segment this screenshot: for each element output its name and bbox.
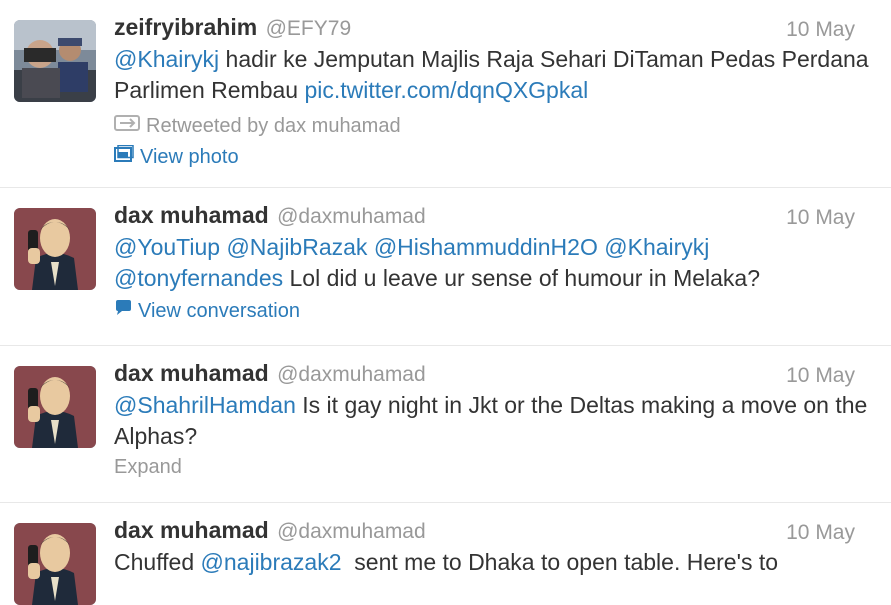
- retweet-icon: [114, 114, 140, 138]
- author-handle[interactable]: @daxmuhamad: [277, 205, 426, 228]
- avatar[interactable]: [14, 208, 96, 290]
- retweeted-by-label[interactable]: Retweeted by dax muhamad: [146, 115, 401, 138]
- avatar[interactable]: [14, 366, 96, 448]
- avatar[interactable]: [14, 523, 96, 605]
- author-handle[interactable]: @EFY79: [266, 17, 352, 40]
- view-photo-label[interactable]: View photo: [140, 146, 239, 169]
- tweet-time[interactable]: 10 May: [786, 206, 855, 230]
- author-handle[interactable]: @daxmuhamad: [277, 363, 426, 386]
- tweet-item[interactable]: dax muhamad @daxmuhamad 10 May @ShahrilH…: [0, 346, 891, 503]
- tweet-header: dax muhamad @daxmuhamad 10 May: [114, 360, 871, 398]
- tweet-header: dax muhamad @daxmuhamad 10 May: [114, 202, 871, 240]
- tweet-body: Lol did u leave ur sense of humour in Me…: [283, 265, 761, 291]
- tweet-item[interactable]: zeifryibrahim @EFY79 10 May @Khairykj ha…: [0, 0, 891, 188]
- tweet-timeline: zeifryibrahim @EFY79 10 May @Khairykj ha…: [0, 0, 891, 605]
- tweet-header: zeifryibrahim @EFY79 10 May: [114, 14, 871, 52]
- author-name[interactable]: zeifryibrahim: [114, 14, 257, 40]
- expand-button[interactable]: Expand: [114, 456, 871, 479]
- avatar[interactable]: [14, 20, 96, 102]
- tweet-text: @YouTiup @NajibRazak @HishammuddinH2O @K…: [114, 232, 871, 294]
- view-conversation-label[interactable]: View conversation: [138, 300, 300, 323]
- view-conversation-button[interactable]: View conversation: [114, 296, 871, 326]
- photo-icon: [114, 144, 134, 169]
- tweet-text: @Khairykj hadir ke Jemputan Majlis Raja …: [114, 44, 871, 106]
- author-handle[interactable]: @daxmuhamad: [277, 520, 426, 543]
- author-name[interactable]: dax muhamad: [114, 360, 269, 386]
- author-name[interactable]: dax muhamad: [114, 517, 269, 543]
- conversation-icon: [114, 299, 132, 323]
- tweet-item[interactable]: dax muhamad @daxmuhamad 10 May @YouTiup …: [0, 188, 891, 346]
- tweet-header: dax muhamad @daxmuhamad 10 May: [114, 517, 871, 555]
- author-name[interactable]: dax muhamad: [114, 202, 269, 228]
- pic-link[interactable]: pic.twitter.com/dqnQXGpkal: [304, 77, 588, 103]
- tweet-text: @ShahrilHamdan Is it gay night in Jkt or…: [114, 390, 871, 452]
- mention-link[interactable]: @tonyfernandes: [114, 265, 283, 291]
- tweet-time[interactable]: 10 May: [786, 521, 855, 545]
- view-photo-button[interactable]: View photo: [114, 142, 871, 172]
- retweet-context: Retweeted by dax muhamad: [114, 112, 871, 140]
- tweet-time[interactable]: 10 May: [786, 18, 855, 42]
- tweet-time[interactable]: 10 May: [786, 364, 855, 388]
- tweet-item[interactable]: dax muhamad @daxmuhamad 10 May Chuffed @…: [0, 503, 891, 605]
